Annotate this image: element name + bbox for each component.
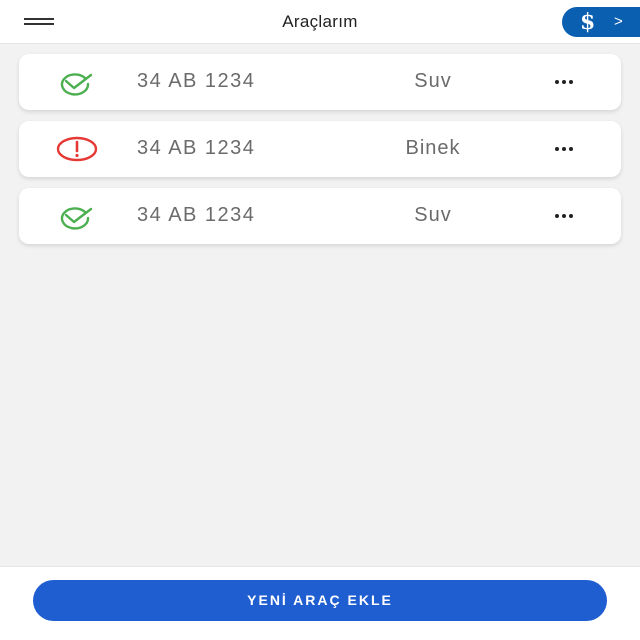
dot (569, 214, 573, 218)
more-options-icon[interactable] (549, 202, 589, 230)
dot (562, 147, 566, 151)
dot (555, 147, 559, 151)
vehicle-type: Binek (405, 137, 461, 159)
dot (562, 80, 566, 84)
vehicle-list: 34 AB 1234 Suv 34 AB 1234 Binek 34 AB 12… (19, 54, 621, 255)
dot (562, 214, 566, 218)
dot (555, 80, 559, 84)
vehicle-type: Suv (414, 204, 452, 226)
bottom-action-bar: YENİ ARAÇ EKLE (0, 566, 640, 640)
check-circle-icon (55, 68, 99, 96)
dot (569, 80, 573, 84)
top-app-bar: Araçlarım $ > (0, 0, 640, 44)
chevron-right-icon: > (614, 13, 623, 30)
vehicle-card[interactable]: 34 AB 1234 Suv (19, 188, 621, 244)
check-circle-icon (55, 202, 99, 230)
vehicle-plate: 34 AB 1234 (137, 70, 256, 92)
vehicle-card[interactable]: 34 AB 1234 Binek (19, 121, 621, 177)
page-title: Araçlarım (282, 12, 358, 31)
vehicle-type: Suv (414, 70, 452, 92)
vehicle-plate: 34 AB 1234 (137, 204, 256, 226)
bank-logo-icon: $ (580, 9, 596, 35)
vehicle-plate: 34 AB 1234 (137, 137, 256, 159)
dot (569, 147, 573, 151)
exclamation-circle-icon (55, 135, 99, 163)
vehicle-card[interactable]: 34 AB 1234 Suv (19, 54, 621, 110)
dot (555, 214, 559, 218)
bank-shortcut-button[interactable]: $ > (562, 7, 640, 37)
add-new-vehicle-button[interactable]: YENİ ARAÇ EKLE (33, 580, 607, 621)
more-options-icon[interactable] (549, 68, 589, 96)
more-options-icon[interactable] (549, 135, 589, 163)
